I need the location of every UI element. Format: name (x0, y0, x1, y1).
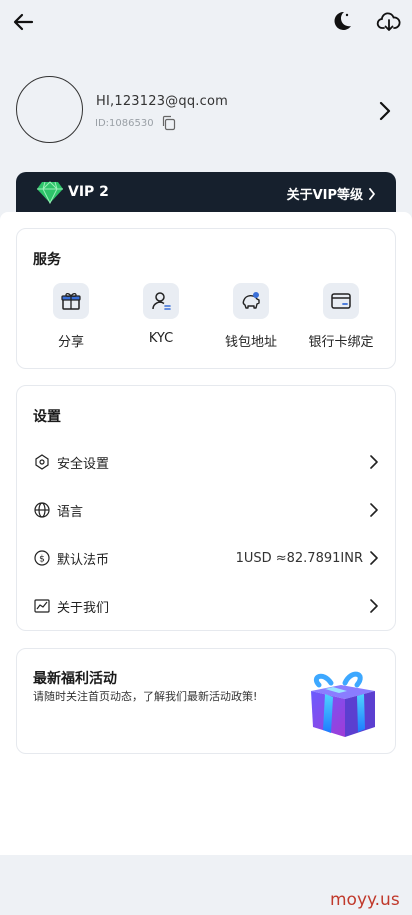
vip-info-link[interactable]: 关于VIP等级 (287, 184, 376, 203)
chevron-right-icon[interactable] (377, 100, 393, 122)
service-bank-card[interactable]: 银行卡绑定 (296, 283, 386, 350)
settings-item-language[interactable]: 语言 (33, 496, 379, 524)
settings-item-label: 默认法币 (57, 552, 110, 568)
top-bar (0, 0, 412, 44)
gift-icon (61, 292, 81, 310)
shield-icon (35, 454, 49, 470)
user-verify-icon (152, 292, 171, 310)
chevron-right-icon (370, 455, 378, 469)
user-email: HI,123123@qq.com (96, 94, 228, 109)
chevron-right-icon (370, 599, 378, 613)
service-share[interactable]: 分享 (26, 283, 116, 350)
settings-item-label: 安全设置 (57, 456, 110, 472)
settings-item-about-us[interactable]: 关于我们 (33, 592, 379, 620)
diamond-icon (37, 181, 63, 204)
promo-title: 最新福利活动 (33, 671, 117, 687)
globe-icon (34, 502, 50, 518)
service-label: KYC (148, 331, 174, 346)
svg-text:$: $ (39, 555, 45, 565)
services-card: 服务 分享 KYC 钱包地址 银行卡绑定 (16, 228, 396, 369)
back-arrow-icon[interactable] (12, 10, 36, 34)
chevron-right-icon (369, 187, 375, 200)
services-title: 服务 (33, 252, 61, 268)
download-cloud-icon[interactable] (376, 9, 402, 35)
settings-item-security[interactable]: 安全设置 (33, 448, 379, 476)
bank-card-icon (331, 293, 351, 309)
profile-section[interactable]: HI,123123@qq.com ID:1086530 (0, 70, 412, 160)
piggy-bank-icon (242, 292, 260, 309)
dollar-icon: $ (34, 550, 50, 566)
promo-description: 请随时关注首页动态，了解我们最新活动政策! (33, 690, 258, 703)
service-wallet-address[interactable]: 钱包地址 (206, 283, 296, 350)
settings-card: 设置 安全设置 语言 $ 默认法币 1USD ≈82.7891INR 关于我们 (16, 385, 396, 631)
watermark: moyy.us (330, 890, 400, 910)
promo-card[interactable]: 最新福利活动 请随时关注首页动态，了解我们最新活动政策! (16, 648, 396, 754)
chevron-right-icon (370, 503, 378, 517)
avatar[interactable] (16, 76, 83, 143)
service-label: 钱包地址 (224, 335, 277, 350)
settings-item-label: 关于我们 (57, 600, 110, 616)
uid-row: ID:1086530 (95, 114, 178, 132)
gift-box-illustration-icon (311, 671, 375, 737)
vip-level: VIP 2 (68, 184, 109, 200)
dark-mode-moon-icon[interactable] (330, 9, 354, 33)
user-id: ID:1086530 (95, 117, 154, 129)
chevron-right-icon (370, 551, 378, 565)
service-label: 银行卡绑定 (308, 335, 374, 350)
settings-item-label: 语言 (57, 504, 84, 520)
settings-item-default-currency[interactable]: $ 默认法币 1USD ≈82.7891INR (33, 544, 379, 572)
copy-icon[interactable] (160, 114, 178, 132)
service-kyc[interactable]: KYC (116, 283, 206, 346)
exchange-rate-value: 1USD ≈82.7891INR (235, 550, 363, 566)
service-label: 分享 (57, 335, 84, 350)
settings-title: 设置 (33, 409, 61, 425)
vip-info-label: 关于VIP等级 (286, 188, 363, 203)
chart-icon (34, 599, 50, 613)
